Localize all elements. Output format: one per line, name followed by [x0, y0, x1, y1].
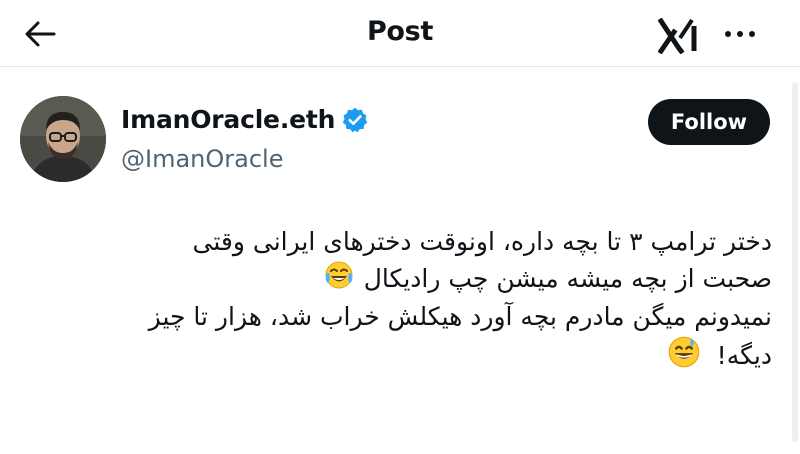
author-name-row: ImanOracle.eth [121, 104, 369, 136]
avatar[interactable] [20, 96, 106, 182]
grinning-face-with-sweat-icon [667, 335, 701, 379]
scrollbar[interactable] [792, 82, 798, 442]
post-text: دختر ترامپ ۳ تا بچه داره، اونوقت دخترهای… [42, 224, 772, 378]
top-bar: Post [0, 0, 800, 67]
more-options-button[interactable] [716, 14, 764, 54]
post-page: Post ImanOracle.eth @ImanOracle Follow د… [0, 0, 800, 454]
post-line-1: دختر ترامپ ۳ تا بچه داره، اونوقت دخترهای… [192, 227, 772, 256]
follow-button[interactable]: Follow [648, 99, 770, 145]
author-handle[interactable]: @ImanOracle [121, 143, 283, 175]
grok-logo-icon [658, 18, 697, 54]
grok-button[interactable] [656, 16, 700, 56]
verified-badge-icon[interactable] [341, 106, 369, 134]
post-line-4-wrap: دیگه! [42, 335, 772, 379]
post-line-3: نمیدونم میگن مادرم بچه آورد هیکلش خراب ش… [148, 302, 772, 331]
author-display-name[interactable]: ImanOracle.eth [121, 104, 335, 136]
more-dots-icon [725, 31, 755, 37]
avatar-photo [20, 96, 106, 182]
post-line-4: دیگه! [716, 340, 772, 370]
post-line-2-wrap: صحبت از بچه میشه میشن چپ رادیکال [42, 260, 772, 300]
post-line-2: صحبت از بچه میشه میشن چپ رادیکال [363, 263, 772, 293]
face-with-tears-of-joy-icon [324, 260, 354, 300]
